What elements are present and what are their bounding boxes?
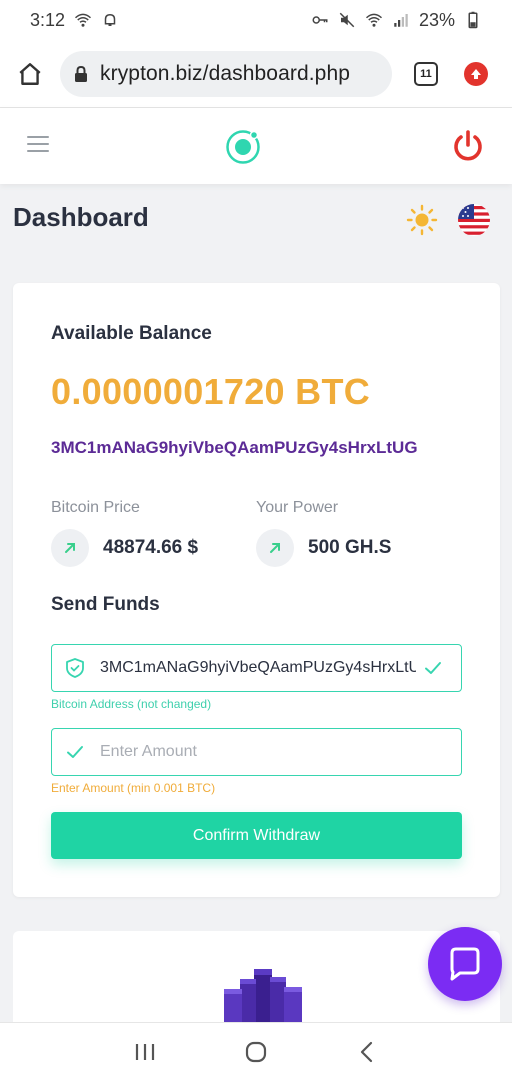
cell-signal-icon <box>394 14 408 27</box>
available-balance-label: Available Balance <box>51 323 212 344</box>
arrow-up-right-icon <box>270 543 280 553</box>
back-nav-button[interactable] <box>352 1037 382 1067</box>
bitcoin-address-field[interactable]: 3MC1mANaG9hyiVbeQAamPUzGy4sHrxLtUG <box>51 644 462 692</box>
sun-theme-toggle-icon[interactable] <box>406 204 438 236</box>
balance-value: 0.0000001720 BTC <box>51 371 371 412</box>
status-bar: 3:12 23% <box>0 0 512 40</box>
arrow-up-icon <box>471 68 481 79</box>
menu-line <box>27 136 49 138</box>
lock-icon <box>75 65 87 82</box>
url-text: krypton.biz/dashboard.php <box>100 61 350 85</box>
address-bar[interactable]: krypton.biz/dashboard.php <box>60 50 392 97</box>
confirm-withdraw-button[interactable]: Confirm Withdraw <box>51 812 462 859</box>
krypton-logo[interactable] <box>224 128 262 166</box>
amount-field[interactable] <box>51 728 462 776</box>
checkmark-icon <box>425 662 441 674</box>
amount-input[interactable] <box>100 743 430 761</box>
your-power-value: 500 GH.S <box>308 537 392 558</box>
balance-card: Available Balance 0.0000001720 BTC 3MC1m… <box>13 283 500 897</box>
shield-check-icon <box>66 658 84 678</box>
your-power-trend <box>256 529 294 567</box>
hamburger-menu-button[interactable] <box>27 136 49 152</box>
page-title: Dashboard <box>13 202 149 232</box>
tab-switcher-button[interactable]: 11 <box>414 61 438 86</box>
wallet-address[interactable]: 3MC1mANaG9hyiVbeQAamPUzGy4sHrxLtUG <box>51 438 418 458</box>
your-power-label: Your Power <box>256 499 339 516</box>
recent-apps-icon <box>136 1043 155 1060</box>
browser-toolbar: krypton.biz/dashboard.php 11 <box>0 40 512 108</box>
notification-bell-icon <box>104 13 116 26</box>
mute-icon <box>339 12 355 28</box>
bitcoin-address-hint: Bitcoin Address (not changed) <box>51 697 212 711</box>
amount-hint: Enter Amount (min 0.001 BTC) <box>51 781 216 795</box>
system-navigation-bar <box>0 1022 512 1080</box>
checkmark-icon <box>67 746 83 758</box>
bitcoin-price-label: Bitcoin Price <box>51 499 140 516</box>
bitcoin-price-value: 48874.66 $ <box>103 537 199 558</box>
menu-line <box>27 150 49 152</box>
menu-line <box>27 143 49 145</box>
wifi-signal-icon <box>365 13 382 27</box>
status-time: 3:12 <box>30 9 66 30</box>
recent-apps-button[interactable] <box>130 1037 160 1067</box>
key-icon <box>312 16 328 24</box>
home-circle-icon <box>245 1041 267 1062</box>
us-flag-language-icon[interactable] <box>458 204 490 236</box>
home-nav-button[interactable] <box>241 1037 271 1067</box>
arrow-up-right-icon <box>65 543 75 553</box>
wifi-icon <box>75 13 92 27</box>
browser-update-button[interactable] <box>464 61 488 86</box>
home-icon <box>19 62 41 85</box>
bitcoin-price-trend <box>51 529 89 567</box>
live-chat-button[interactable] <box>428 927 502 1001</box>
back-chevron-icon <box>360 1041 372 1062</box>
battery-icon <box>468 11 478 29</box>
power-icon <box>454 130 482 161</box>
battery-percent: 23% <box>418 9 455 30</box>
app-header <box>0 108 512 184</box>
send-funds-label: Send Funds <box>51 594 160 615</box>
chat-bubble-icon <box>450 947 480 981</box>
bitcoin-address-value: 3MC1mANaG9hyiVbeQAamPUzGy4sHrxLtUG <box>100 659 416 676</box>
mining-servers-illustration <box>224 969 302 1025</box>
browser-home-button[interactable] <box>14 58 46 90</box>
logout-power-button[interactable] <box>450 128 486 169</box>
